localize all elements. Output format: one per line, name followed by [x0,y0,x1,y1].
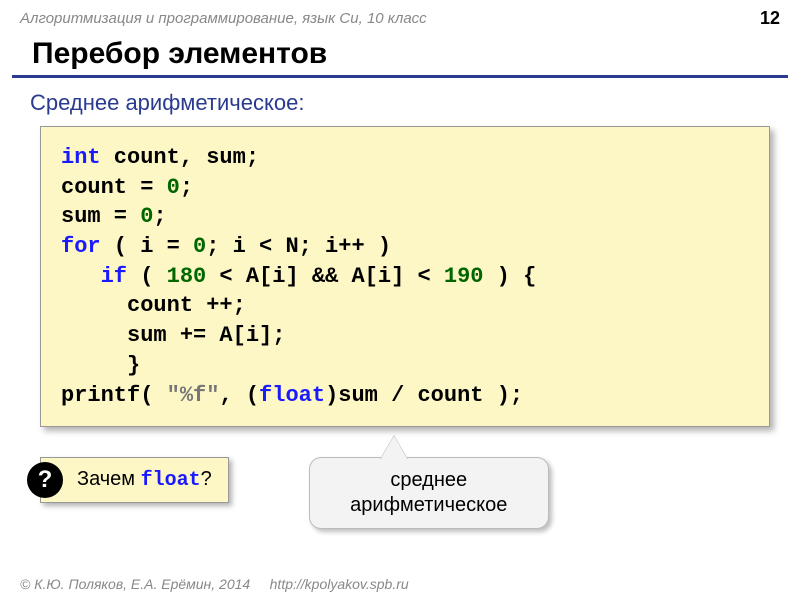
page-number: 12 [760,8,780,29]
course-name: Алгоритмизация и программирование, язык … [20,10,427,27]
footer-url: http://kpolyakov.spb.ru [270,576,409,592]
callout-line2: арифметическое [334,493,524,518]
slide-header: Алгоритмизация и программирование, язык … [0,0,800,33]
slide-title: Перебор элементов [12,33,788,78]
question-box: ? Зачем float? [40,457,229,503]
callout-tail-icon [380,436,408,460]
slide-subtitle: Среднее арифметическое: [0,86,800,120]
code-block: int count, sum; count = 0; sum = 0; for … [40,126,770,427]
slide-footer: © К.Ю. Поляков, Е.А. Ерёмин, 2014 http:/… [20,576,409,592]
question-text-a: Зачем [77,468,141,490]
callout-box: среднее арифметическое [309,457,549,529]
bottom-row: ? Зачем float? среднее арифметическое [0,457,800,529]
question-code: float [141,469,201,492]
question-text-b: ? [201,468,212,490]
question-mark-icon: ? [27,462,63,498]
copyright: © К.Ю. Поляков, Е.А. Ерёмин, 2014 [20,576,250,592]
callout-line1: среднее [334,468,524,493]
